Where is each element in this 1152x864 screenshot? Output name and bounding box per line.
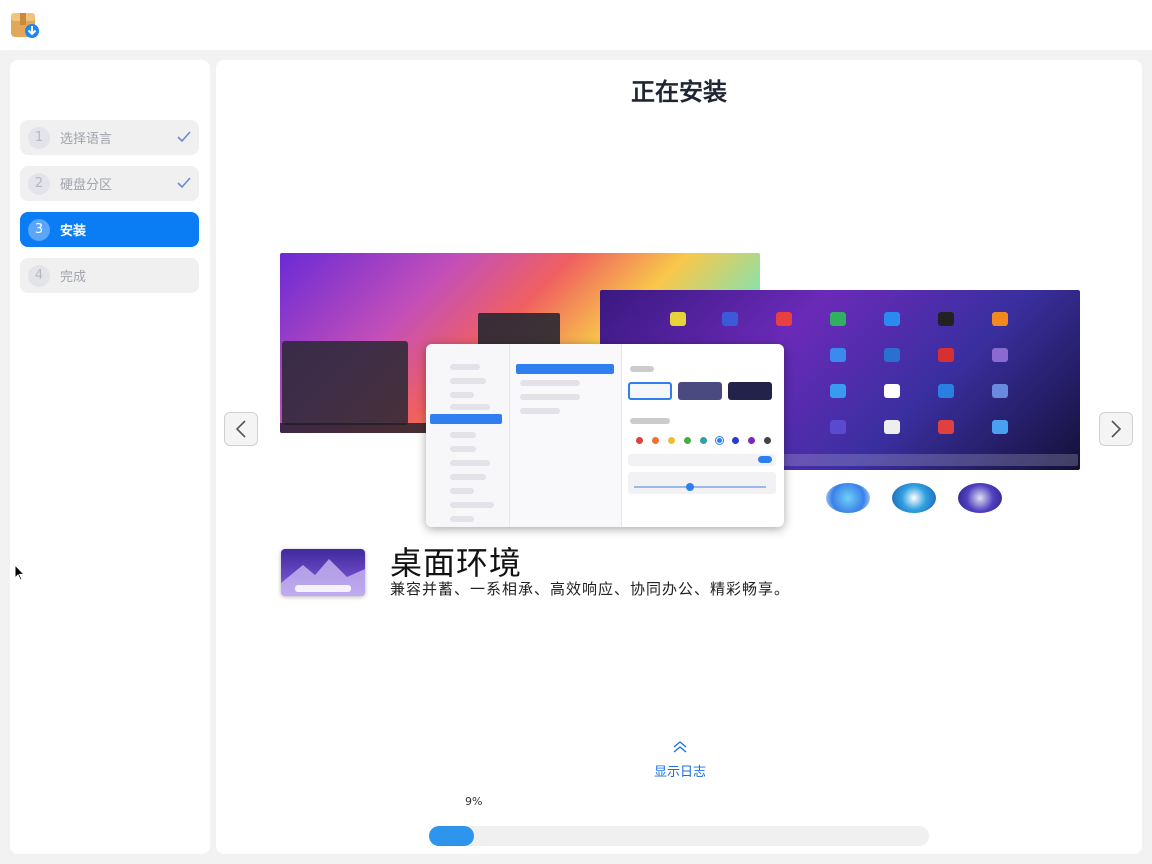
dock-preview — [760, 454, 1078, 466]
control-center-preview — [426, 344, 784, 527]
step-label: 选择语言 — [60, 132, 113, 147]
slide-prev-button[interactable] — [224, 412, 258, 446]
show-log-toggle[interactable]: 显示日志 — [640, 738, 720, 780]
settings-gear-icon — [958, 483, 1002, 513]
installer-package-icon — [11, 13, 39, 38]
slide-next-button[interactable] — [1099, 412, 1133, 446]
page-title: 正在安装 — [631, 78, 727, 106]
step-select-language: 1 选择语言 — [20, 120, 199, 155]
step-number: 3 — [28, 218, 50, 241]
slideshow-image — [280, 253, 1080, 543]
step-finish: 4 完成 — [20, 258, 199, 293]
double-chevron-up-icon — [673, 741, 687, 753]
step-number: 2 — [28, 172, 50, 195]
mouse-cursor-icon — [14, 564, 26, 581]
chevron-right-icon — [1111, 420, 1122, 438]
install-progress-bar — [429, 826, 929, 846]
chevron-left-icon — [235, 420, 246, 438]
check-icon — [177, 177, 191, 189]
step-install: 3 安装 — [20, 212, 199, 247]
launcher-window-preview — [282, 341, 408, 425]
step-label: 硬盘分区 — [60, 178, 113, 193]
step-number: 4 — [28, 264, 50, 287]
title-bar — [0, 0, 1152, 50]
feature-description: 兼容并蓄、一系相承、高效响应、协同办公、精彩畅享。 — [390, 580, 791, 598]
progress-percent: 9% — [465, 795, 483, 808]
voice-assistant-icon — [826, 483, 870, 513]
show-log-label: 显示日志 — [653, 765, 706, 780]
collaboration-icon — [892, 483, 936, 513]
progress-fill — [429, 826, 474, 846]
check-icon — [177, 131, 191, 143]
step-number: 1 — [28, 126, 50, 149]
step-disk-partition: 2 硬盘分区 — [20, 166, 199, 201]
step-label: 完成 — [60, 270, 87, 285]
steps-sidebar: 1 选择语言 2 硬盘分区 3 安装 4 完成 — [10, 60, 210, 854]
step-label: 安装 — [60, 224, 87, 239]
desktop-environment-thumbnail — [281, 549, 365, 596]
install-panel: 正在安装 桌面环境 兼容并蓄、一系相承、高效响应、协同办公、精彩畅享。 显示日志… — [216, 60, 1142, 854]
